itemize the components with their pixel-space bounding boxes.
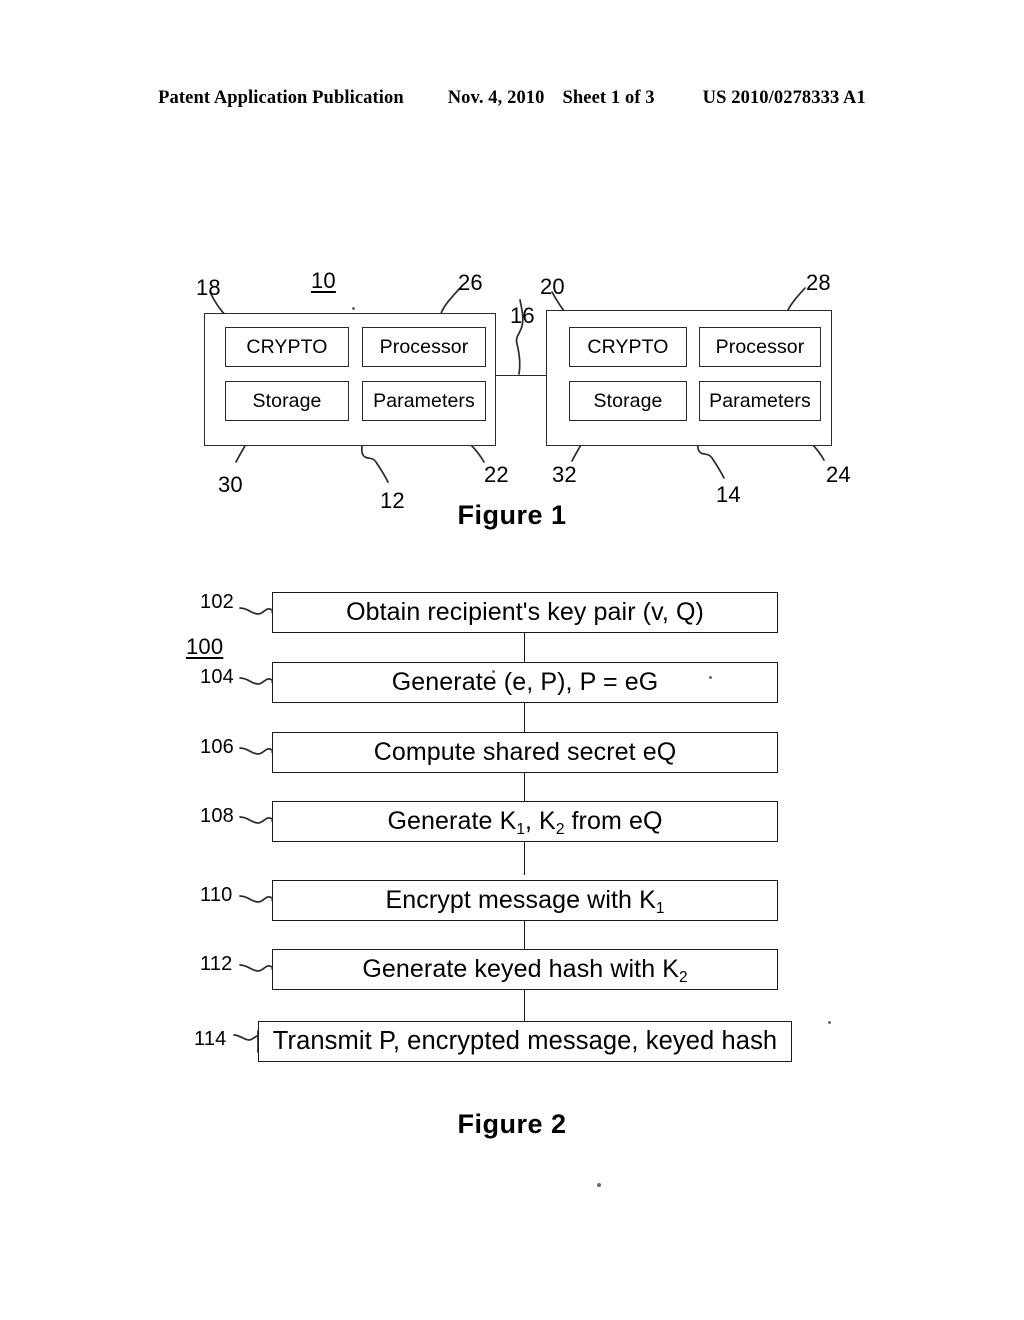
ref-numeral-step-114: 114 xyxy=(194,1028,227,1050)
ref-numeral-step-106: 106 xyxy=(200,736,234,758)
flow-step-label-104: Generate (e, P), P = eG xyxy=(391,668,659,696)
flow-step-label-102: Obtain recipient's key pair (v, Q) xyxy=(346,598,704,626)
ref-numeral-step-112: 112 xyxy=(200,953,233,975)
flow-step-label-112: Generate keyed hash with K2 xyxy=(362,955,688,987)
figure-2: 100 Obtain recipient's key pair (v, Q) G… xyxy=(0,0,1024,1320)
ref-numeral-step-108: 108 xyxy=(200,805,234,827)
flow-step-label-106: Compute shared secret eQ xyxy=(373,738,677,766)
flow-connector-102-104 xyxy=(524,633,525,662)
flow-step-label-114: Transmit P, encrypted message, keyed has… xyxy=(272,1027,778,1055)
flow-connector-106-108 xyxy=(524,773,525,801)
flow-connector-110-112 xyxy=(524,921,525,949)
ref-numeral-step-110: 110 xyxy=(200,884,233,906)
flow-step-box-104: Generate (e, P), P = eG xyxy=(272,662,778,703)
flow-step-label-108: Generate K1, K2 from eQ xyxy=(387,807,663,839)
ref-numeral-step-104: 104 xyxy=(200,666,234,688)
flow-connector-108-110 xyxy=(524,842,525,875)
scan-speck xyxy=(828,1021,831,1024)
flow-step-box-102: Obtain recipient's key pair (v, Q) xyxy=(272,592,778,633)
flow-step-box-112: Generate keyed hash with K2 xyxy=(272,949,778,990)
scan-speck xyxy=(597,1183,601,1187)
flow-connector-112-114 xyxy=(524,990,525,1021)
scan-speck xyxy=(492,670,495,673)
flow-step-box-108: Generate K1, K2 from eQ xyxy=(272,801,778,842)
flow-step-box-110: Encrypt message with K1 xyxy=(272,880,778,921)
ref-numeral-step-102: 102 xyxy=(200,591,234,613)
figure-2-caption: Figure 2 xyxy=(457,1109,567,1139)
scan-speck xyxy=(352,307,355,310)
flow-connector-104-106 xyxy=(524,703,525,732)
flow-step-label-110: Encrypt message with K1 xyxy=(385,886,665,918)
flow-step-box-114: Transmit P, encrypted message, keyed has… xyxy=(258,1021,792,1062)
scan-speck xyxy=(709,676,712,679)
ref-numeral-method-100: 100 xyxy=(186,634,224,659)
flow-step-box-106: Compute shared secret eQ xyxy=(272,732,778,773)
